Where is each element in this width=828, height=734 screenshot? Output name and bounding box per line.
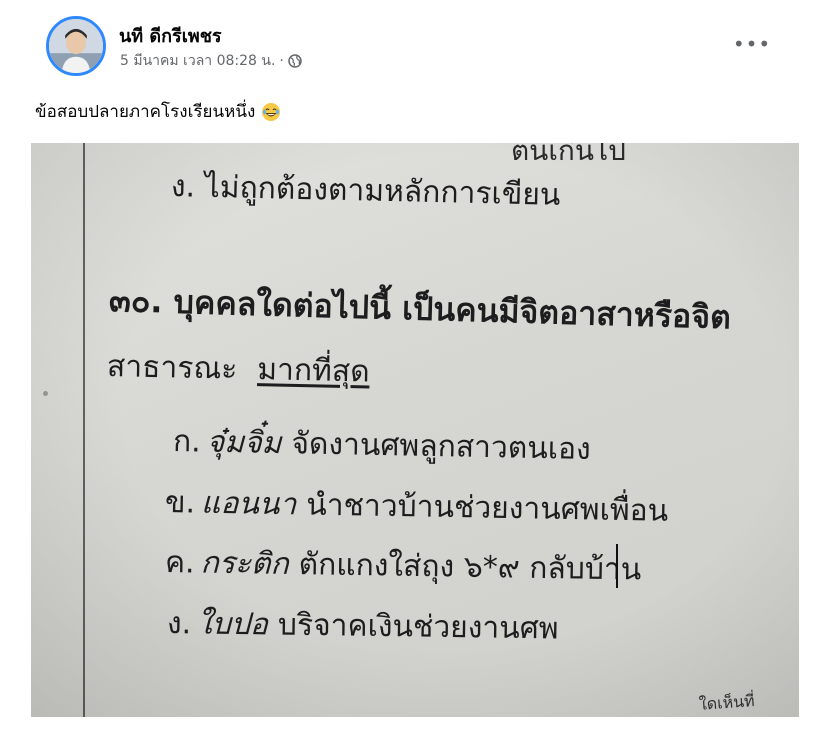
more-options-icon: •••: [732, 32, 772, 56]
choice-item: ก. จุ๋มจิ๋ม จัดงานศพลูกสาวตนเอง: [173, 418, 592, 473]
post-timestamp[interactable]: 5 มีนาคม เวลา 08:28 น.: [120, 50, 275, 72]
author-name[interactable]: นที ดีกรีเพชร: [119, 21, 222, 50]
choice-prefix: ก.: [172, 424, 202, 460]
photo-text-cut-corner: ใดเห็นที่: [698, 691, 756, 714]
photo-text-previous-choice: ง. ไม่ถูกต้องตามหลักการเขียน: [170, 169, 561, 213]
choice-item: ง. ใบปอ บริจาคเงินช่วยงานศพ: [167, 600, 559, 652]
post-caption: ข้อสอบปลายภาคโรงเรียนหนึ่ง: [35, 98, 281, 125]
avatar[interactable]: [46, 16, 106, 76]
choice-text: บริจาคเงินช่วยงานศพ: [277, 607, 559, 647]
photo-question-line-2: สาธารณะ มากที่สุด: [107, 343, 371, 395]
choice-prefix: ค.: [164, 545, 195, 581]
choice-prefix: ข.: [164, 485, 196, 521]
text-cursor-mark: [616, 544, 618, 588]
choice-item: ข. แอนนา นำชาวบ้านช่วยงานศพเพื่อน: [165, 479, 669, 535]
meta-separator: ·: [279, 53, 284, 69]
caption-text: ข้อสอบปลายภาคโรงเรียนหนึ่ง: [35, 102, 256, 122]
photo-question-line-1: ๓๐. บุคคลใดต่อไปนี้ เป็นคนมีจิตอาสาหรือจ…: [108, 281, 732, 337]
laughing-face-emoji: [261, 102, 281, 122]
paper-margin-line: [83, 143, 85, 717]
globe-icon: [288, 54, 302, 68]
choice-prefix: ง.: [166, 606, 192, 642]
paper-speck: [43, 391, 48, 396]
post-header: นที ดีกรีเพชร 5 มีนาคม เวลา 08:28 น. · •…: [46, 16, 786, 80]
choice-name: ใบปอ: [196, 606, 269, 643]
choice-name: กระติก: [200, 545, 289, 582]
avatar-photo: [49, 19, 103, 73]
more-options-button[interactable]: •••: [732, 30, 772, 58]
post-meta: 5 มีนาคม เวลา 08:28 น. ·: [120, 50, 302, 72]
question-emphasis: มากที่สุด: [256, 352, 371, 390]
choice-name: จุ๋มจิ๋ม: [206, 424, 282, 462]
photo-text-cut-top: ตนเกินไป: [511, 143, 626, 167]
question-line-2-start: สาธารณะ: [106, 349, 238, 387]
post-photo[interactable]: ตนเกินไป ง. ไม่ถูกต้องตามหลักการเขียน ๓๐…: [31, 143, 799, 717]
choice-text: จัดงานศพลูกสาวตนเอง: [291, 426, 592, 468]
choice-item: ค. กระติก ตักแกงใส่ถุง ๖*๙ กลับบ้าน: [165, 539, 642, 593]
choice-name: แอนนา: [200, 485, 297, 523]
choice-text: นำชาวบ้านช่วยงานศพเพื่อน: [305, 487, 669, 529]
choice-text: ตักแกงใส่ถุง ๖*๙ กลับบ้าน: [298, 547, 642, 588]
